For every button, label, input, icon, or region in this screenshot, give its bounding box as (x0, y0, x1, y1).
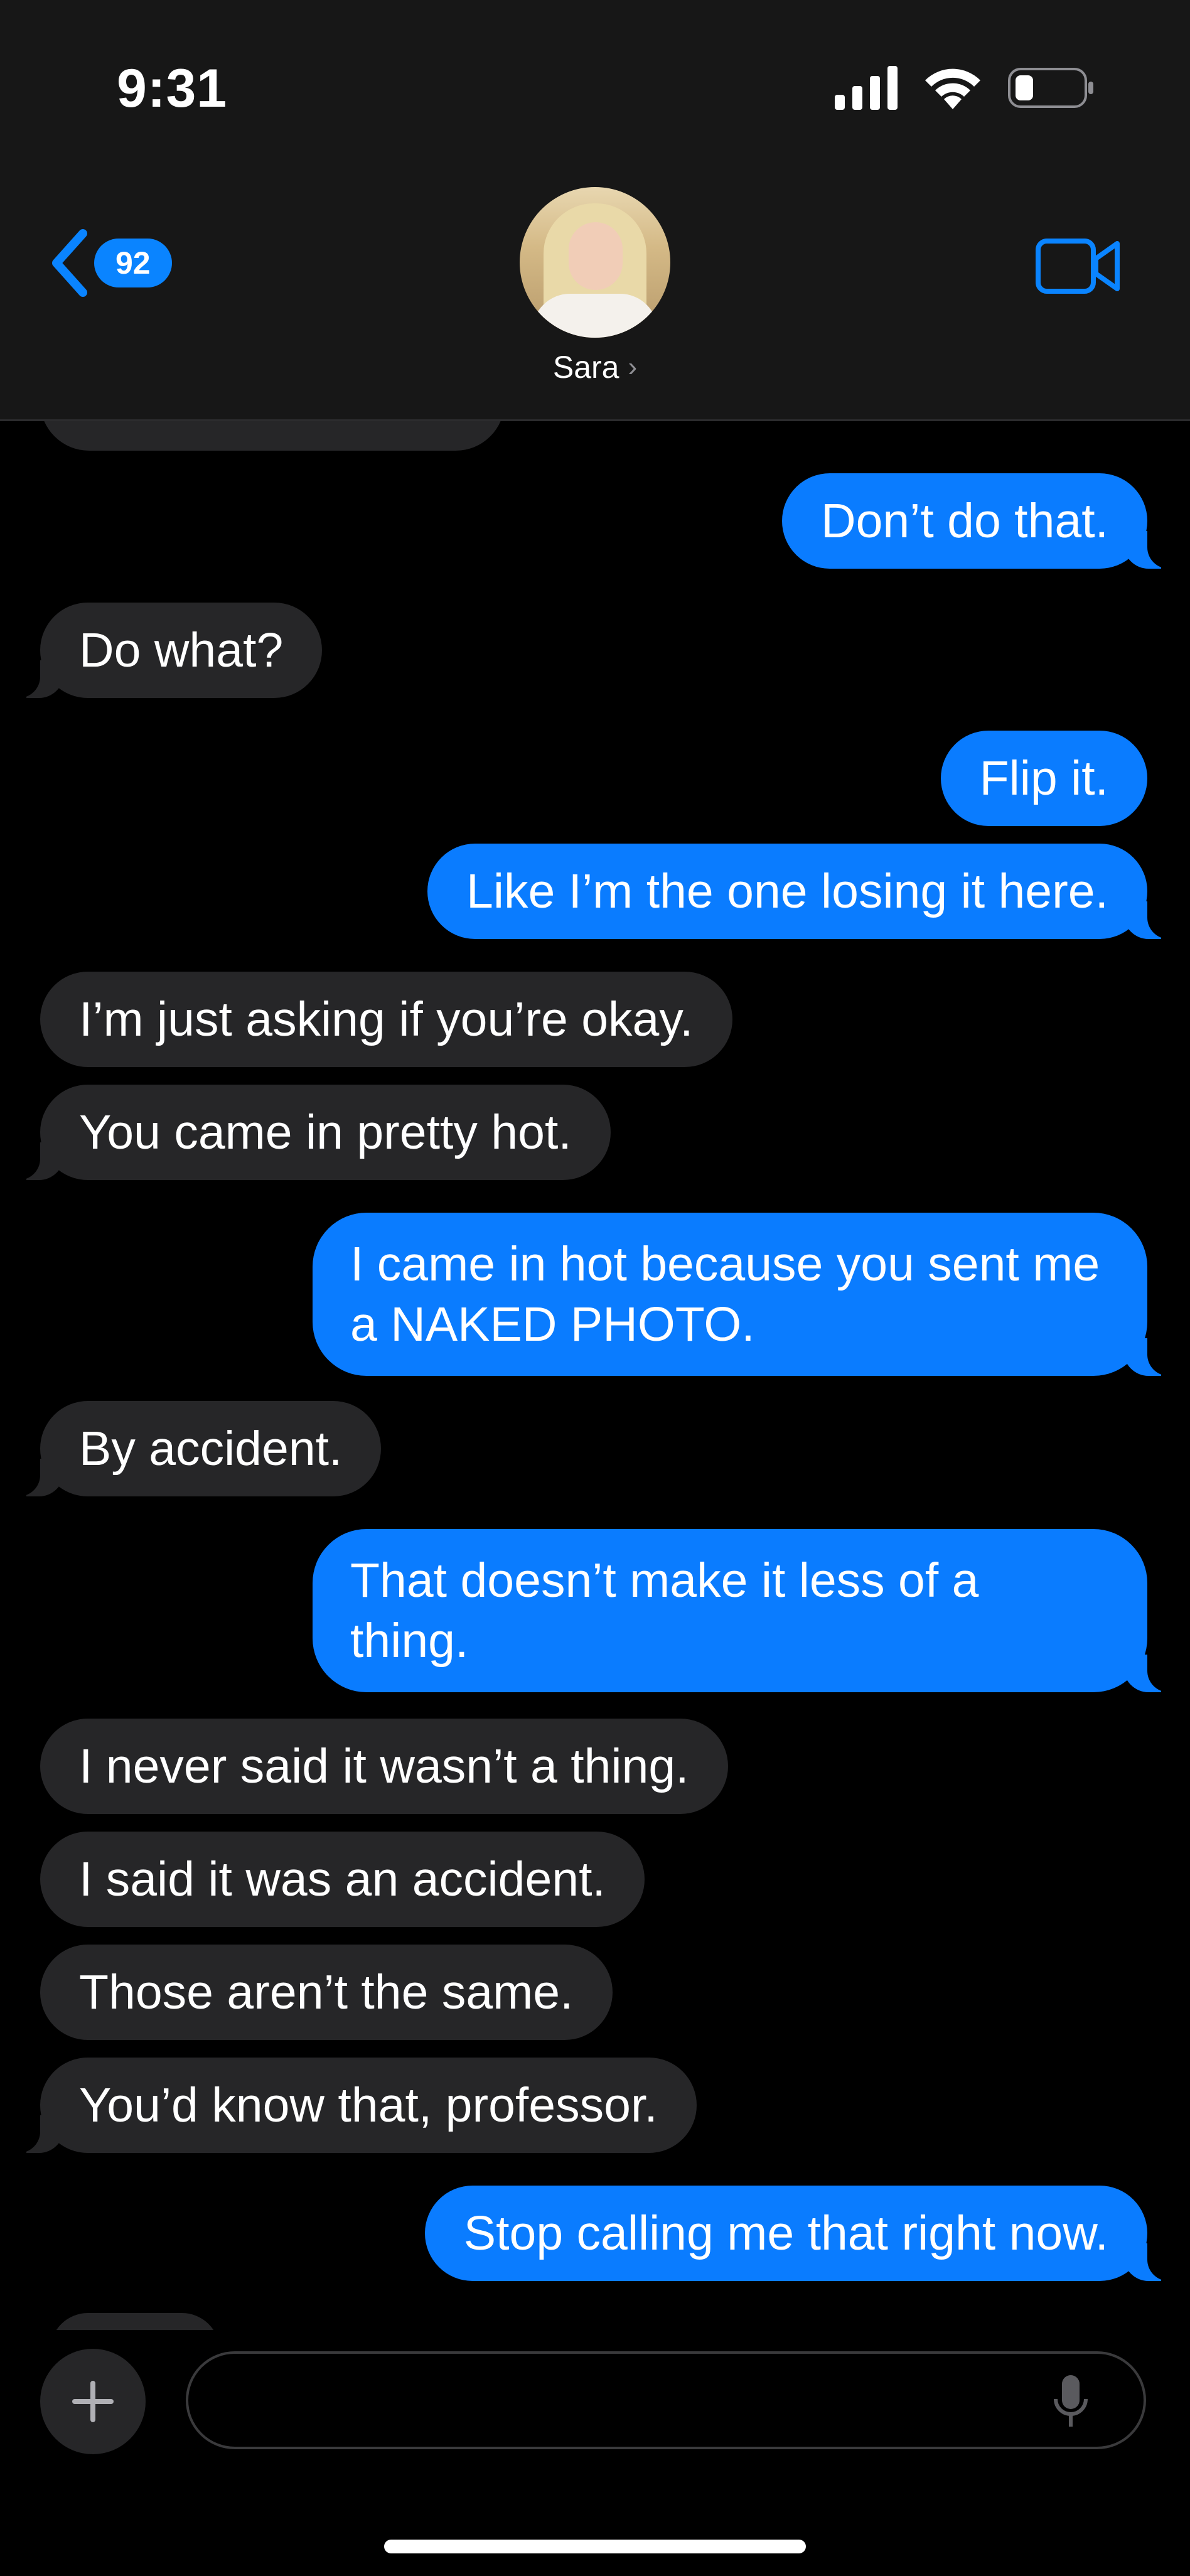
message-bubble-outgoing[interactable]: I came in hot because you sent me a NAKE… (313, 1213, 1175, 1376)
message-bubble-outgoing[interactable]: Like I’m the one losing it here. (427, 844, 1175, 939)
message-bubble-outgoing[interactable]: Stop calling me that right now. (424, 2186, 1176, 2281)
message-bubble-incoming[interactable]: Do what? (12, 603, 323, 698)
message-bubble-incoming[interactable]: By accident. (12, 1401, 382, 1496)
message-bubble-incoming[interactable]: I’m just asking if you’re okay. (40, 972, 732, 1067)
message-bubble-incoming[interactable]: Those aren’t the same. (40, 1945, 613, 2040)
message-bubble-incoming[interactable]: You’d know that, professor. (13, 2058, 697, 2153)
facetime-video-icon[interactable] (1036, 237, 1121, 295)
status-icons (835, 65, 1096, 110)
chevron-right-icon: › (628, 352, 638, 382)
cellular-signal-icon (835, 66, 898, 110)
battery-icon (1008, 68, 1093, 108)
conversation-header: 9:31 92 Sara › (0, 0, 1190, 421)
chevron-left-icon (52, 229, 87, 297)
message-bubble-incoming[interactable]: I said it was an accident. (40, 1832, 645, 1927)
home-indicator (384, 2540, 806, 2553)
contact-info[interactable]: Sara › (520, 187, 670, 385)
plus-icon (72, 2381, 114, 2422)
message-input[interactable] (186, 2351, 1146, 2449)
contact-name: Sara (552, 350, 619, 385)
message-bubble-incoming[interactable]: I never said it wasn’t a thing. (40, 1719, 728, 1814)
status-time: 9:31 (117, 58, 228, 119)
message-bubble-incoming[interactable]: You came in pretty hot. (13, 1085, 611, 1180)
message-bubble-outgoing[interactable]: Don’t do that. (781, 473, 1176, 569)
add-attachment-button[interactable] (40, 2349, 146, 2454)
message-bubble-outgoing[interactable]: That doesn’t make it less of a thing. (313, 1529, 1175, 1692)
message-bubble-outgoing[interactable]: Flip it. (940, 731, 1147, 826)
contact-avatar[interactable] (520, 187, 670, 338)
microphone-icon[interactable] (1052, 2374, 1090, 2430)
back-button[interactable]: 92 (48, 228, 172, 298)
wifi-icon (925, 68, 980, 109)
unread-count-badge: 92 (94, 239, 172, 287)
message-composer (0, 2330, 1190, 2576)
